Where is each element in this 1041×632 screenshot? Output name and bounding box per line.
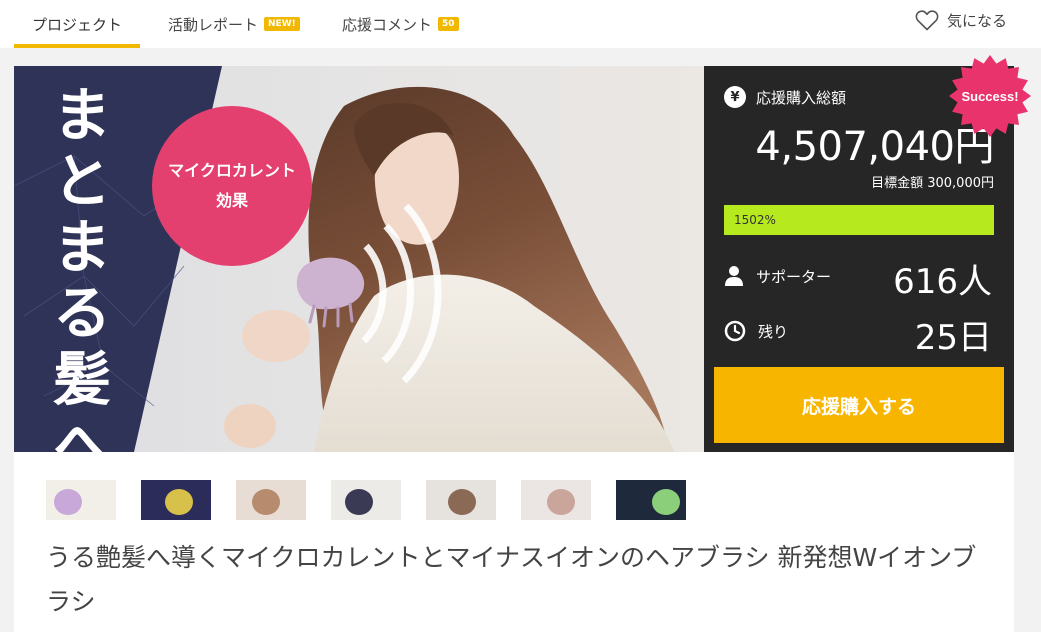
favorite-label: 気になる: [946, 11, 1007, 30]
hero-caption-char: 髪: [52, 345, 111, 413]
progress-percent: 1502%: [734, 213, 776, 227]
supporters-label-row: サポーター: [724, 265, 831, 287]
tab-activity-report[interactable]: 活動レポート NEW!: [168, 0, 300, 48]
thumbnail-4[interactable]: [331, 480, 401, 520]
remaining-days: 25日: [914, 318, 992, 358]
hero-caption-char: と: [52, 147, 111, 215]
thumbnail-image: [252, 489, 280, 515]
supporters-count: 616人: [893, 262, 992, 302]
clock-icon: [724, 320, 746, 342]
active-tab-indicator: [14, 44, 141, 48]
thumbnail-strip: [46, 480, 711, 520]
thumbnail-image: [448, 489, 476, 515]
hero-vertical-caption: ま と ま る 髪 へ: [42, 82, 122, 452]
thumbnail-6[interactable]: [521, 480, 591, 520]
total-amount-label-row: ¥ 応援購入総額: [724, 86, 846, 108]
hero-caption-char: る: [52, 279, 111, 347]
tab-project[interactable]: プロジェクト: [14, 0, 141, 48]
hero-caption-char: ま: [52, 213, 111, 281]
remaining-label: 残り: [758, 322, 789, 341]
microcurrent-badge-line1: マイクロカレント: [168, 161, 296, 180]
thumbnail-5[interactable]: [426, 480, 496, 520]
new-badge: NEW!: [264, 17, 300, 31]
thumbnail-1[interactable]: [46, 480, 116, 520]
tab-activity-report-label: 活動レポート: [168, 15, 259, 34]
project-title: うる艶髪へ導くマイクロカレントとマイナスイオンのヘアブラシ 新発想Wイオンブラシ: [46, 543, 977, 616]
tab-support-comments-label: 応援コメント: [342, 15, 433, 34]
funding-stats-panel: ¥ 応援購入総額 4,507,040円 目標金額 300,000円 1502% …: [704, 55, 1031, 452]
microcurrent-badge: マイクロカレント 効果: [152, 106, 312, 266]
hero-caption-char: へ: [52, 411, 111, 452]
goal-amount: 目標金額 300,000円: [871, 176, 994, 191]
thumbnail-image: [165, 489, 193, 515]
hero-caption-char: ま: [52, 81, 111, 149]
yen-icon: ¥: [724, 86, 746, 108]
microcurrent-badge-line2: 効果: [215, 191, 248, 210]
person-icon: [725, 266, 743, 286]
success-badge: Success!: [961, 88, 1019, 104]
thumbnail-7[interactable]: [616, 480, 686, 520]
tab-support-comments[interactable]: 応援コメント 50: [342, 0, 459, 48]
thumbnail-2[interactable]: [141, 480, 211, 520]
project-tab-bar: プロジェクト 活動レポート NEW! 応援コメント 50 気になる: [0, 0, 1041, 48]
thumbnail-image: [652, 489, 680, 515]
funding-progress-bar: 1502%: [724, 205, 994, 235]
favorite-button[interactable]: 気になる: [915, 0, 1007, 40]
heart-icon: [915, 10, 939, 31]
project-content: うる艶髪へ導くマイクロカレントとマイナスイオンのヘアブラシ 新発想Wイオンブラシ: [14, 452, 1014, 632]
thumbnail-3[interactable]: [236, 480, 306, 520]
support-purchase-button[interactable]: 応援購入する: [714, 367, 1004, 443]
thumbnail-image: [54, 489, 82, 515]
supporters-label: サポーター: [756, 267, 832, 286]
thumbnail-image: [547, 489, 575, 515]
thumbnail-image: [345, 489, 373, 515]
remaining-label-row: 残り: [724, 320, 788, 342]
comment-count-badge: 50: [438, 17, 459, 31]
tab-project-label: プロジェクト: [32, 15, 123, 34]
hero-image[interactable]: ま と ま る 髪 へ マイクロカレント 効果: [14, 66, 704, 452]
total-amount-label: 応援購入総額: [756, 88, 847, 107]
